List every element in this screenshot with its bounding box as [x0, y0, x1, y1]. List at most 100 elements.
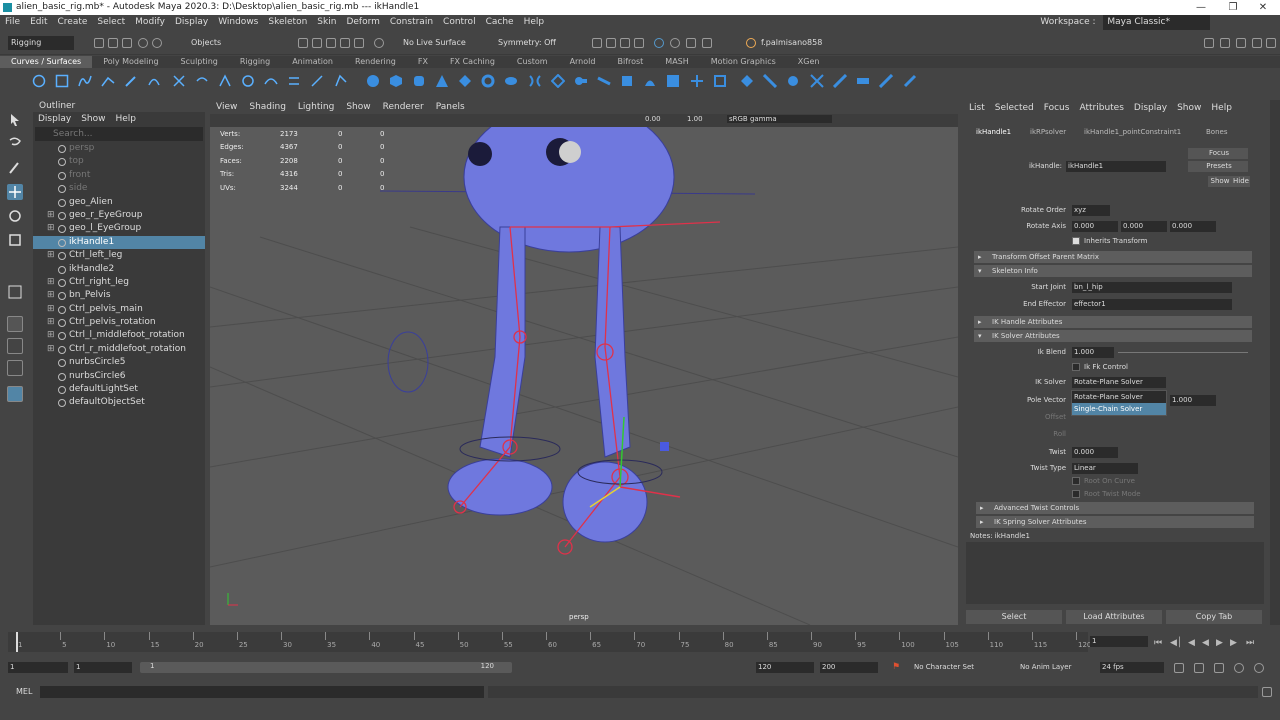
- select-tool-icon[interactable]: [7, 112, 23, 128]
- layer-editor-icon[interactable]: [1266, 38, 1276, 48]
- menu-display[interactable]: Display: [170, 17, 213, 27]
- shelf-tab-animation[interactable]: Animation: [281, 56, 344, 68]
- playback-end-field[interactable]: 120: [756, 662, 814, 673]
- end-effector-field[interactable]: effector1: [1072, 299, 1232, 310]
- start-joint-field[interactable]: bn_l_hip: [1072, 282, 1232, 293]
- go-to-start-icon[interactable]: ⏮: [1154, 638, 1162, 648]
- outliner-item[interactable]: top: [33, 155, 205, 168]
- shelf-tab-rendering[interactable]: Rendering: [344, 56, 407, 68]
- pause-icon[interactable]: [702, 38, 712, 48]
- shelf-tab-custom[interactable]: Custom: [506, 56, 559, 68]
- snap-view-icon[interactable]: [340, 38, 350, 48]
- save-scene-icon[interactable]: [122, 38, 132, 48]
- nurbs-sphere-icon[interactable]: [366, 74, 380, 88]
- ik-solver-dropdown[interactable]: Rotate-Plane Solver: [1072, 377, 1166, 388]
- copy-tab-button[interactable]: Copy Tab: [1166, 610, 1262, 624]
- attr-menu-attributes[interactable]: Attributes: [1074, 103, 1128, 113]
- attr-tab-ikhandle1[interactable]: ikHandle1: [976, 128, 1011, 136]
- attr-menu-help[interactable]: Help: [1206, 103, 1237, 113]
- snap-point-icon[interactable]: [326, 38, 336, 48]
- new-scene-icon[interactable]: [94, 38, 104, 48]
- nurbs-torus-icon[interactable]: [481, 74, 495, 88]
- trim-tool-icon[interactable]: [713, 74, 727, 88]
- close-icon[interactable]: ✕: [1248, 0, 1278, 15]
- attach-surfaces-icon[interactable]: [763, 74, 777, 88]
- open-close-surface-icon[interactable]: [810, 74, 824, 88]
- command-input[interactable]: [40, 686, 484, 698]
- menu-help[interactable]: Help: [519, 17, 550, 27]
- expand-icon[interactable]: ⊞: [47, 343, 55, 356]
- outliner-menu-show[interactable]: Show: [76, 114, 110, 124]
- outliner-item[interactable]: ⊞ geo_r_EyeGroup: [33, 209, 205, 222]
- lasso-tool-icon[interactable]: [7, 136, 23, 152]
- tool-settings-icon[interactable]: [1252, 38, 1262, 48]
- menu-skeleton[interactable]: Skeleton: [263, 17, 312, 27]
- birail-icon[interactable]: [597, 74, 611, 88]
- cv-curve-icon[interactable]: [78, 74, 92, 88]
- rotate-axis-y[interactable]: 0.000: [1121, 221, 1167, 232]
- ik-blend-field[interactable]: 1.000: [1072, 347, 1114, 358]
- side-tab-strip[interactable]: [1270, 100, 1280, 625]
- step-forward-frame-icon[interactable]: ▶: [1230, 638, 1237, 648]
- expand-icon[interactable]: ⊞: [47, 316, 55, 329]
- shelf-tab-curves-surfaces[interactable]: Curves / Surfaces: [0, 56, 93, 68]
- shelf-tab-bifrost[interactable]: Bifrost: [606, 56, 654, 68]
- outliner-layout-icon[interactable]: [7, 386, 23, 402]
- render-view-icon[interactable]: [592, 38, 602, 48]
- hypershade-icon[interactable]: [686, 38, 696, 48]
- outliner-item[interactable]: ⊞ bn_Pelvis: [33, 289, 205, 302]
- fps-dropdown[interactable]: 24 fps: [1100, 662, 1164, 673]
- attr-menu-focus[interactable]: Focus: [1039, 103, 1075, 113]
- extend-surface-icon[interactable]: [856, 74, 870, 88]
- outliner-item[interactable]: geo_Alien: [33, 196, 205, 209]
- menu-create[interactable]: Create: [53, 17, 93, 27]
- section-ik-handle[interactable]: IK Handle Attributes: [974, 316, 1252, 328]
- last-tool-icon[interactable]: [7, 284, 23, 300]
- twist-field[interactable]: 0.000: [1072, 447, 1118, 458]
- attr-menu-list[interactable]: List: [964, 103, 990, 113]
- attr-tab-pointconstraint[interactable]: ikHandle1_pointConstraint1: [1084, 128, 1181, 136]
- anim-preferences-icon[interactable]: [1254, 663, 1264, 673]
- attribute-editor-icon[interactable]: [1236, 38, 1246, 48]
- notes-textarea[interactable]: [966, 542, 1264, 604]
- step-back-key-icon[interactable]: ◀│: [1170, 638, 1182, 648]
- attr-menu-show[interactable]: Show: [1172, 103, 1206, 113]
- nurbs-cylinder-icon[interactable]: [412, 74, 426, 88]
- snap-curve-icon[interactable]: [312, 38, 322, 48]
- outliner-item[interactable]: ⊞ Ctrl_l_middlefoot_rotation: [33, 329, 205, 342]
- preferences-icon[interactable]: [1234, 663, 1244, 673]
- shelf-tab-arnold[interactable]: Arnold: [559, 56, 607, 68]
- shelf-tab-sculpting[interactable]: Sculpting: [170, 56, 229, 68]
- outliner-item[interactable]: ⊞ Ctrl_pelvis_main: [33, 303, 205, 316]
- current-time-indicator[interactable]: [16, 632, 18, 652]
- attach-curves-icon[interactable]: [172, 74, 186, 88]
- option-rotate-plane-solver[interactable]: Rotate-Plane Solver: [1072, 391, 1166, 403]
- viewport-menu-lighting[interactable]: Lighting: [292, 102, 340, 112]
- shelf-tab-mash[interactable]: MASH: [654, 56, 699, 68]
- shelf-tab-rigging[interactable]: Rigging: [229, 56, 281, 68]
- rotate-order-dropdown[interactable]: xyz: [1072, 205, 1110, 216]
- current-frame-field[interactable]: 1: [1090, 636, 1148, 647]
- selection-mode-dropdown[interactable]: Objects: [188, 36, 250, 50]
- viewport-menu-panels[interactable]: Panels: [430, 102, 471, 112]
- load-attributes-button[interactable]: Load Attributes: [1066, 610, 1162, 624]
- exposure-field[interactable]: 0.00: [645, 115, 661, 123]
- outliner-item[interactable]: ikHandle2: [33, 263, 205, 276]
- section-ik-spring[interactable]: IK Spring Solver Attributes: [976, 516, 1254, 528]
- shelf-tab-xgen[interactable]: XGen: [787, 56, 831, 68]
- viewport-panel[interactable]: View Shading Lighting Show Renderer Panels 0.…: [210, 100, 958, 625]
- attr-menu-display[interactable]: Display: [1129, 103, 1172, 113]
- rebuild-curve-icon[interactable]: [310, 74, 324, 88]
- viewport-menu-shading[interactable]: Shading: [243, 102, 292, 112]
- fillet-curve-icon[interactable]: [334, 74, 348, 88]
- menu-deform[interactable]: Deform: [341, 17, 384, 27]
- viewport-menu-view[interactable]: View: [210, 102, 243, 112]
- menu-constrain[interactable]: Constrain: [385, 17, 438, 27]
- symmetry-dropdown[interactable]: Symmetry: Off: [495, 36, 565, 50]
- root-on-curve-checkbox[interactable]: [1072, 477, 1080, 485]
- script-editor-icon[interactable]: [1262, 687, 1272, 697]
- expand-icon[interactable]: ⊞: [47, 303, 55, 316]
- focus-button[interactable]: Focus: [1188, 148, 1248, 159]
- snap-surface-icon[interactable]: [354, 38, 364, 48]
- ipr-render-icon[interactable]: [620, 38, 630, 48]
